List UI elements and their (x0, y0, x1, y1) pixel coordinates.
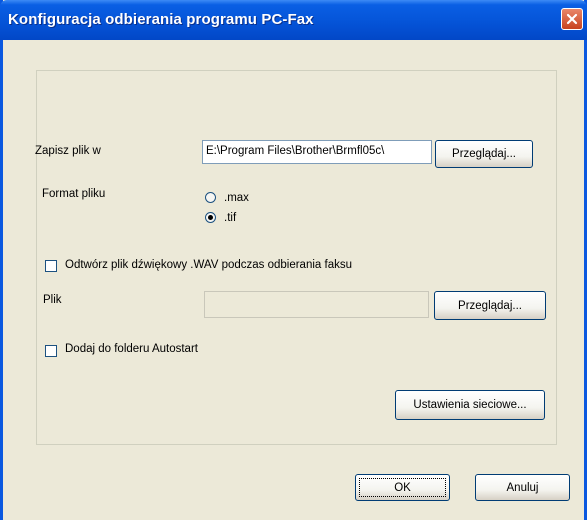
format-max-radio[interactable] (205, 192, 216, 203)
wav-browse-button[interactable]: Przeglądaj... (434, 291, 546, 320)
network-settings-button[interactable]: Ustawienia sieciowe... (395, 390, 545, 420)
autostart-checkbox[interactable] (45, 345, 57, 357)
ok-button[interactable]: OK (355, 474, 450, 501)
settings-group (36, 70, 557, 445)
save-browse-button[interactable]: Przeglądaj... (435, 140, 533, 168)
wav-file-field[interactable] (204, 291, 429, 318)
save-location-label: Zapisz plik w (35, 145, 101, 157)
wav-file-label: Plik (43, 294, 62, 306)
autostart-label[interactable]: Dodaj do folderu Autostart (65, 343, 198, 355)
dialog-window: Konfiguracja odbierania programu PC-Fax … (0, 0, 587, 520)
save-path-field[interactable]: E:\Program Files\Brother\Brmfl05c\ (202, 140, 432, 164)
window-title: Konfiguracja odbierania programu PC-Fax (8, 11, 314, 28)
format-tif-label[interactable]: .tif (224, 212, 236, 224)
file-format-label: Format pliku (42, 188, 106, 200)
close-icon (566, 13, 578, 25)
close-button[interactable] (561, 8, 583, 30)
format-max-label[interactable]: .max (224, 192, 249, 204)
title-bar[interactable]: Konfiguracja odbierania programu PC-Fax (0, 0, 587, 40)
format-tif-radio[interactable] (205, 212, 216, 223)
cancel-button[interactable]: Anuluj (475, 474, 570, 501)
radio-selected-dot (208, 215, 213, 220)
wav-checkbox-label[interactable]: Odtwórz plik dźwiękowy .WAV podczas odbi… (65, 259, 352, 271)
wav-checkbox[interactable] (45, 260, 57, 272)
